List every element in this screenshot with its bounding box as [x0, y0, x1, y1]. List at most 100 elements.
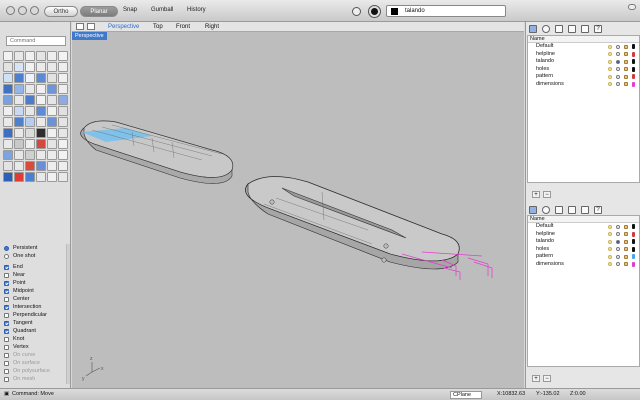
visibility-bulb-icon[interactable]	[608, 67, 612, 72]
osnap-checkbox[interactable]	[4, 296, 9, 302]
layer-row[interactable]: talando	[528, 238, 639, 246]
tool-icon[interactable]	[57, 171, 68, 182]
layer-row[interactable]: helpline	[528, 51, 639, 59]
osnap-checkbox[interactable]	[4, 320, 9, 326]
tool-icon[interactable]	[46, 72, 57, 83]
tool-icon[interactable]	[24, 94, 35, 105]
tool-icon[interactable]	[2, 61, 13, 72]
tool-icon[interactable]	[24, 72, 35, 83]
tool-icon[interactable]	[24, 171, 35, 182]
osnap-item[interactable]: Project	[4, 383, 68, 384]
osnap-item[interactable]: On mesh	[4, 375, 68, 383]
tool-icon[interactable]	[24, 83, 35, 94]
osnap-item[interactable]: On curve	[4, 351, 68, 359]
tool-icon[interactable]	[57, 138, 68, 149]
tool-icon[interactable]	[35, 105, 46, 116]
osnap-item[interactable]: Tangent	[4, 319, 68, 327]
tool-icon[interactable]	[2, 50, 13, 61]
layer-color-swatch[interactable]	[632, 231, 635, 237]
osnap-checkbox[interactable]	[4, 328, 9, 334]
tool-icon[interactable]	[46, 83, 57, 94]
visibility-bulb-icon[interactable]	[608, 262, 612, 267]
tab-perspective[interactable]: Perspective	[108, 23, 139, 31]
layers-tab-icon[interactable]	[529, 25, 537, 33]
help-tab-icon[interactable]: ?	[594, 206, 602, 214]
tool-icon[interactable]	[35, 171, 46, 182]
osnap-checkbox[interactable]	[4, 312, 9, 318]
lock-icon[interactable]	[624, 247, 628, 252]
tool-icon[interactable]	[24, 160, 35, 171]
osnap-checkbox[interactable]	[4, 336, 9, 342]
layer-color-swatch[interactable]	[632, 51, 635, 57]
current-layer-icon[interactable]	[616, 74, 620, 79]
tool-icon[interactable]	[35, 127, 46, 138]
lock-icon[interactable]	[624, 82, 628, 87]
layer-row[interactable]: pattern	[528, 253, 639, 261]
visibility-bulb-icon[interactable]	[608, 59, 612, 64]
layer-color-swatch[interactable]	[632, 44, 635, 49]
osnap-item[interactable]: Persistent	[4, 244, 68, 252]
tool-icon[interactable]	[13, 138, 24, 149]
current-layer-icon[interactable]	[616, 67, 620, 72]
grid-layout-icon[interactable]	[76, 23, 84, 30]
osnap-item[interactable]: On polysurface	[4, 367, 68, 375]
tab-front[interactable]: Front	[176, 23, 190, 31]
current-layer-icon[interactable]	[616, 59, 620, 64]
layers-name-header[interactable]: Name	[528, 216, 639, 223]
zoom-window-icon[interactable]	[30, 6, 39, 15]
left-part[interactable]	[80, 120, 234, 184]
command-input[interactable]	[6, 36, 66, 46]
tool-icon[interactable]	[24, 149, 35, 160]
current-layer-icon[interactable]	[616, 44, 620, 49]
layer-color-swatch[interactable]	[632, 261, 635, 267]
tool-icon[interactable]	[57, 160, 68, 171]
osnap-item[interactable]: One shot	[4, 252, 68, 260]
record-icon[interactable]	[369, 6, 380, 17]
lock-icon[interactable]	[624, 224, 628, 229]
tool-icon[interactable]	[2, 105, 13, 116]
right-part[interactable]	[245, 176, 460, 270]
osnap-item[interactable]: Near	[4, 271, 68, 279]
tool-icon[interactable]	[24, 138, 35, 149]
layer-row[interactable]: Default	[528, 43, 639, 51]
tool-icon[interactable]	[35, 72, 46, 83]
tool-icon[interactable]	[24, 61, 35, 72]
current-layer-icon[interactable]	[616, 239, 620, 244]
lock-icon[interactable]	[624, 74, 628, 79]
lock-icon[interactable]	[624, 52, 628, 57]
lock-icon[interactable]	[624, 44, 628, 49]
tool-icon[interactable]	[46, 50, 57, 61]
tool-icon[interactable]	[2, 127, 13, 138]
tool-icon[interactable]	[2, 149, 13, 160]
display-tab-icon[interactable]	[568, 25, 576, 33]
properties-tab-icon[interactable]	[581, 25, 589, 33]
tool-icon[interactable]	[57, 72, 68, 83]
visibility-bulb-icon[interactable]	[608, 239, 612, 244]
visibility-bulb-icon[interactable]	[608, 232, 612, 237]
current-layer-icon[interactable]	[616, 52, 620, 57]
history-toggle[interactable]: History	[187, 7, 206, 13]
tool-icon[interactable]	[57, 149, 68, 160]
osnap-radio[interactable]	[4, 245, 9, 251]
osnap-scrollbar[interactable]	[66, 244, 70, 384]
toolbar-toggle-button[interactable]	[628, 4, 636, 10]
command-history[interactable]: Command: Move	[12, 389, 54, 400]
tool-icon[interactable]	[35, 83, 46, 94]
tool-icon[interactable]	[13, 50, 24, 61]
osnap-item[interactable]: Midpoint	[4, 287, 68, 295]
layer-color-swatch[interactable]	[632, 81, 635, 87]
viewport-title[interactable]: Perspective	[72, 32, 107, 40]
tool-icon[interactable]	[13, 160, 24, 171]
current-layer-icon[interactable]	[616, 224, 620, 229]
layer-row[interactable]: helpline	[528, 231, 639, 239]
tool-icon[interactable]	[13, 127, 24, 138]
current-layer-select[interactable]: talando	[386, 5, 506, 17]
tool-icon[interactable]	[46, 61, 57, 72]
osnap-checkbox[interactable]	[4, 352, 9, 358]
layer-color-swatch[interactable]	[632, 239, 635, 245]
tool-icon[interactable]	[13, 116, 24, 127]
osnap-checkbox[interactable]	[4, 376, 9, 382]
visibility-bulb-icon[interactable]	[608, 52, 612, 57]
tool-icon[interactable]	[46, 94, 57, 105]
tool-icon[interactable]	[46, 138, 57, 149]
